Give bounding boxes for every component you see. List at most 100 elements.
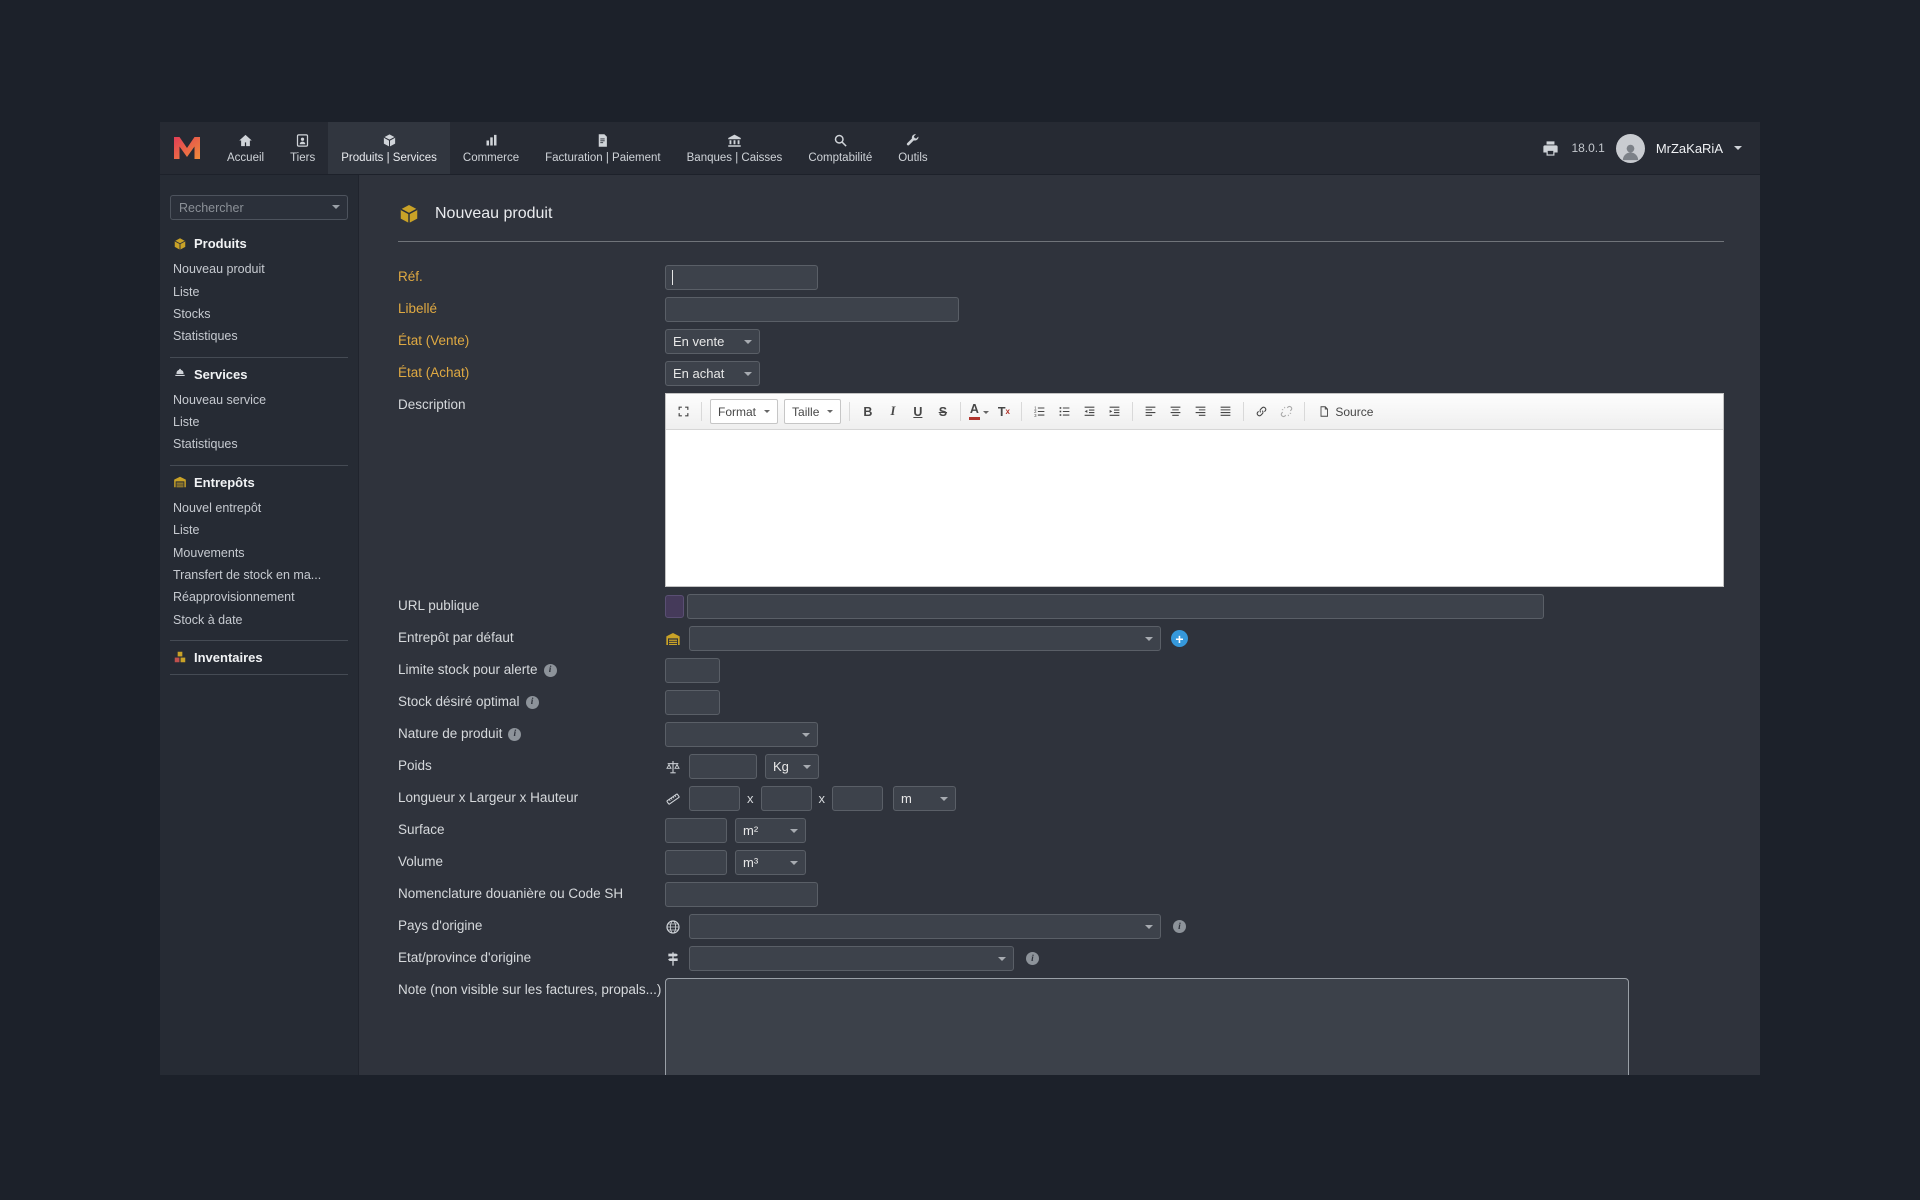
- form-row-dimensions: Longueur x Largeur x Hauteur x x m: [398, 786, 1724, 811]
- menu-produits-services[interactable]: Produits | Services: [328, 122, 450, 174]
- hauteur-input[interactable]: [832, 786, 883, 811]
- sidebar-header-services[interactable]: Services: [173, 367, 348, 382]
- sidebar-item-stock-a-date[interactable]: Stock à date: [173, 609, 348, 631]
- wrench-icon: [905, 133, 920, 148]
- link-button[interactable]: [1250, 400, 1273, 424]
- menu-label: Accueil: [227, 151, 265, 164]
- pays-origine-select[interactable]: [689, 914, 1161, 939]
- cube-icon: [398, 203, 420, 225]
- longueur-input[interactable]: [689, 786, 740, 811]
- menu-tiers[interactable]: Tiers: [277, 122, 328, 174]
- limite-stock-input[interactable]: [665, 658, 720, 683]
- sidebar-item-liste-services[interactable]: Liste: [173, 411, 348, 433]
- menu-outils[interactable]: Outils: [885, 122, 940, 174]
- separator: [170, 356, 348, 358]
- text-color-button[interactable]: A: [967, 400, 990, 424]
- sidebar-item-statistiques-produits[interactable]: Statistiques: [173, 325, 348, 347]
- nomenclature-input[interactable]: [665, 882, 818, 907]
- sidebar-item-liste-entrepots[interactable]: Liste: [173, 519, 348, 541]
- entrepot-select[interactable]: [689, 626, 1161, 651]
- menu-commerce[interactable]: Commerce: [450, 122, 532, 174]
- form-row-nomenclature: Nomenclature douanière ou Code SH: [398, 882, 1724, 907]
- info-icon: i: [525, 696, 539, 709]
- align-left-button[interactable]: [1139, 400, 1162, 424]
- sidebar-item-nouveau-produit[interactable]: Nouveau produit: [173, 258, 348, 280]
- source-button[interactable]: Source: [1311, 405, 1380, 419]
- menu-facturation[interactable]: Facturation | Paiement: [532, 122, 674, 174]
- poids-unit-select[interactable]: Kg: [765, 754, 819, 779]
- align-center-button[interactable]: [1164, 400, 1187, 424]
- maximize-button[interactable]: [672, 400, 695, 424]
- menu-comptabilite[interactable]: Comptabilité: [795, 122, 885, 174]
- logo-m-icon: [174, 137, 200, 159]
- etat-vente-select[interactable]: En vente: [665, 329, 760, 354]
- align-center-icon: [1169, 405, 1182, 418]
- ref-input[interactable]: [665, 265, 818, 290]
- globe-icon: [665, 919, 681, 935]
- align-right-button[interactable]: [1189, 400, 1212, 424]
- home-icon: [238, 133, 253, 148]
- main-menu: Accueil Tiers Produits | Services Commer…: [214, 122, 941, 174]
- sidebar-header-inventaires[interactable]: Inventaires: [173, 650, 348, 665]
- chevron-down-icon[interactable]: [1734, 146, 1742, 154]
- search-input[interactable]: [170, 195, 348, 220]
- form-row-nature: Nature de produit i: [398, 722, 1724, 747]
- strikethrough-button[interactable]: S: [931, 400, 954, 424]
- volume-input[interactable]: [665, 850, 727, 875]
- add-warehouse-button[interactable]: +: [1171, 630, 1188, 647]
- app-logo[interactable]: [160, 122, 214, 174]
- stock-optimal-input[interactable]: [665, 690, 720, 715]
- nature-produit-select[interactable]: [665, 722, 818, 747]
- boxes-icon: [173, 650, 187, 664]
- url-publique-input[interactable]: [687, 594, 1544, 619]
- username[interactable]: MrZaKaRiA: [1656, 141, 1723, 156]
- libelle-input[interactable]: [665, 297, 959, 322]
- sidebar-item-mouvements[interactable]: Mouvements: [173, 541, 348, 563]
- format-combo[interactable]: Format: [710, 399, 779, 424]
- indent-button[interactable]: [1103, 400, 1126, 424]
- etat-achat-select[interactable]: En achat: [665, 361, 760, 386]
- sidebar-item-statistiques-services[interactable]: Statistiques: [173, 433, 348, 455]
- sidebar-item-transfert-stock[interactable]: Transfert de stock en ma...: [173, 564, 348, 586]
- poids-input[interactable]: [689, 754, 757, 779]
- warehouse-icon: [665, 631, 681, 647]
- map-signs-icon: [665, 951, 681, 967]
- field-label-pays: Pays d'origine: [398, 918, 483, 934]
- volume-unit-select[interactable]: m³: [735, 850, 806, 875]
- align-justify-button[interactable]: [1214, 400, 1237, 424]
- menu-banques[interactable]: Banques | Caisses: [674, 122, 796, 174]
- menu-label: Comptabilité: [808, 151, 873, 164]
- sidebar-item-stocks[interactable]: Stocks: [173, 303, 348, 325]
- dimensions-unit-select[interactable]: m: [893, 786, 956, 811]
- etat-province-select[interactable]: [689, 946, 1014, 971]
- menu-accueil[interactable]: Accueil: [214, 122, 277, 174]
- surface-input[interactable]: [665, 818, 727, 843]
- separator: [170, 464, 348, 466]
- bold-button[interactable]: B: [856, 400, 879, 424]
- form-row-description: Description Format Taille B I U S A T x …: [398, 393, 1724, 587]
- bullet-list-button[interactable]: [1053, 400, 1076, 424]
- underline-button[interactable]: U: [906, 400, 929, 424]
- largeur-input[interactable]: [760, 786, 812, 811]
- numbered-list-button[interactable]: [1028, 400, 1051, 424]
- sidebar-header-entrepots[interactable]: Entrepôts: [173, 475, 348, 490]
- sidebar-item-nouvel-entrepot[interactable]: Nouvel entrepôt: [173, 497, 348, 519]
- sidebar-item-reapprovisionnement[interactable]: Réapprovisionnement: [173, 586, 348, 608]
- unlink-button[interactable]: [1275, 400, 1298, 424]
- remove-format-button[interactable]: Tx: [992, 400, 1015, 424]
- taille-combo[interactable]: Taille: [784, 399, 842, 424]
- note-textarea[interactable]: [665, 978, 1629, 1075]
- printer-icon[interactable]: [1541, 139, 1560, 158]
- avatar[interactable]: [1615, 133, 1645, 163]
- sidebar-item-liste-produits[interactable]: Liste: [173, 280, 348, 302]
- sidebar-header-produits[interactable]: Produits: [173, 236, 348, 251]
- italic-button[interactable]: I: [881, 400, 904, 424]
- editor-content-area[interactable]: [666, 430, 1723, 586]
- outdent-button[interactable]: [1078, 400, 1101, 424]
- caret-down-icon: [982, 410, 989, 417]
- surface-unit-select[interactable]: m²: [735, 818, 806, 843]
- info-icon: i: [1173, 920, 1186, 933]
- cube-icon: [382, 133, 397, 148]
- app-window: Accueil Tiers Produits | Services Commer…: [160, 122, 1760, 1075]
- sidebar-item-nouveau-service[interactable]: Nouveau service: [173, 389, 348, 411]
